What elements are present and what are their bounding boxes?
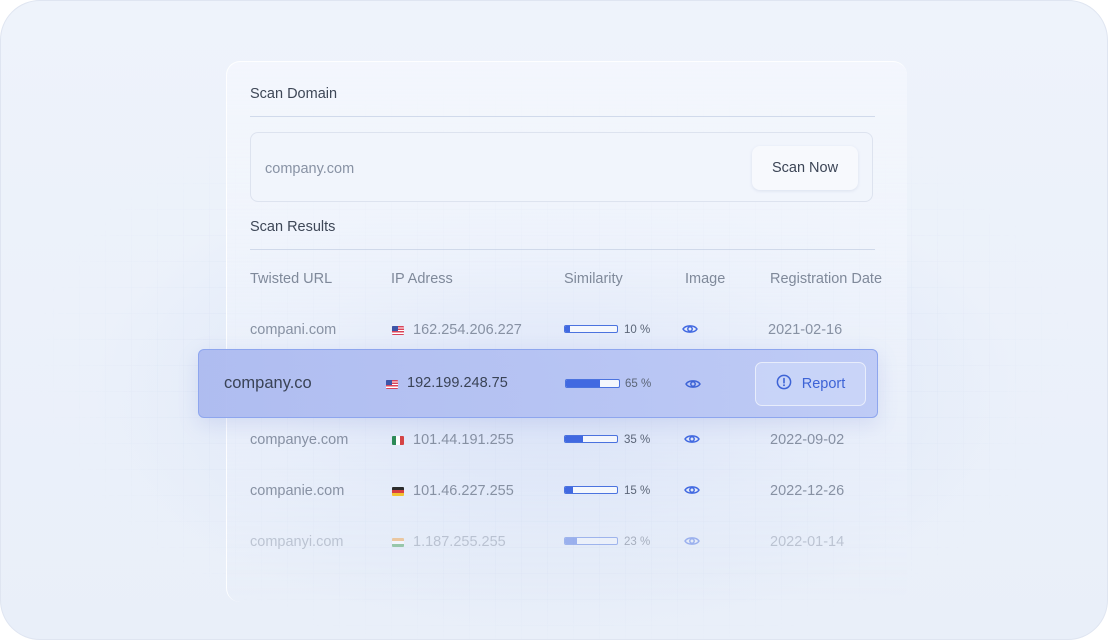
scan-now-button[interactable]: Scan Now: [752, 146, 858, 190]
row-url: companie.com: [250, 483, 345, 499]
scan-domain-box: Scan Now: [250, 132, 873, 202]
row-url: companye.com: [250, 432, 349, 448]
row-ip: 101.46.227.255: [413, 483, 514, 499]
row-ip: 101.44.191.255: [413, 432, 514, 448]
eye-icon[interactable]: [685, 378, 701, 390]
similarity-fill: [565, 487, 573, 493]
row-url: compani.com: [250, 322, 337, 338]
mx-flag-icon: [392, 436, 404, 445]
eye-icon[interactable]: [682, 323, 698, 335]
column-header-ip-address: IP Adress: [391, 271, 453, 287]
similarity-fill: [566, 380, 601, 387]
divider: [250, 249, 875, 250]
row-date: 2022-09-02: [770, 432, 845, 448]
table-row[interactable]: compani.com 162.254.206.227 10 % 2021-02…: [250, 316, 890, 346]
eye-icon[interactable]: [684, 535, 700, 547]
similarity-label: 65 %: [625, 378, 652, 390]
us-flag-icon: [386, 380, 398, 389]
table-row[interactable]: companie.com 101.46.227.255 15 % 2022-12…: [250, 477, 890, 507]
us-flag-icon: [392, 326, 404, 335]
row-date: 2022-01-14: [770, 534, 845, 550]
scan-domain-title: Scan Domain: [250, 86, 338, 102]
highlighted-table-row[interactable]: company.co 192.199.248.75 65 % Report: [198, 349, 878, 418]
table-row[interactable]: companyi.com 1.187.255.255 23 % 2022-01-…: [250, 528, 890, 558]
column-header-image: Image: [685, 271, 726, 287]
divider: [250, 116, 875, 117]
report-label: Report: [801, 376, 846, 392]
de-flag-icon: [392, 487, 404, 496]
similarity-fill: [565, 538, 577, 544]
domain-input[interactable]: [263, 153, 727, 185]
row-url: companyi.com: [250, 534, 344, 550]
row-url: company.co: [224, 374, 312, 392]
column-header-twisted-url: Twisted URL: [250, 271, 333, 287]
row-date: 2021-02-16: [768, 322, 843, 338]
row-ip: 1.187.255.255: [413, 534, 506, 550]
similarity-label: 15 %: [624, 485, 651, 497]
scan-results-title: Scan Results: [250, 219, 336, 235]
row-date: 2022-12-26: [770, 483, 845, 499]
similarity-label: 10 %: [624, 324, 651, 336]
similarity-bar: [564, 486, 618, 494]
similarity-bar: [564, 325, 618, 333]
table-row[interactable]: companye.com 101.44.191.255 35 % 2022-09…: [250, 426, 890, 456]
in-flag-icon: [392, 538, 404, 547]
similarity-bar: [565, 379, 620, 388]
similarity-bar: [564, 537, 618, 545]
row-ip: 162.254.206.227: [413, 322, 522, 338]
similarity-bar: [564, 435, 618, 443]
similarity-label: 23 %: [624, 536, 651, 548]
alert-circle-icon: [776, 374, 792, 394]
column-header-registration-date: Registration Date: [770, 271, 883, 287]
app-frame: Scan Domain Scan Now Scan Results Twiste…: [0, 0, 1108, 640]
similarity-fill: [565, 326, 571, 332]
similarity-label: 35 %: [624, 434, 651, 446]
similarity-fill: [565, 436, 584, 442]
eye-icon[interactable]: [684, 433, 700, 445]
report-button[interactable]: Report: [755, 362, 866, 406]
eye-icon[interactable]: [684, 484, 700, 496]
row-ip: 192.199.248.75: [407, 375, 508, 391]
column-header-similarity: Similarity: [564, 271, 623, 287]
